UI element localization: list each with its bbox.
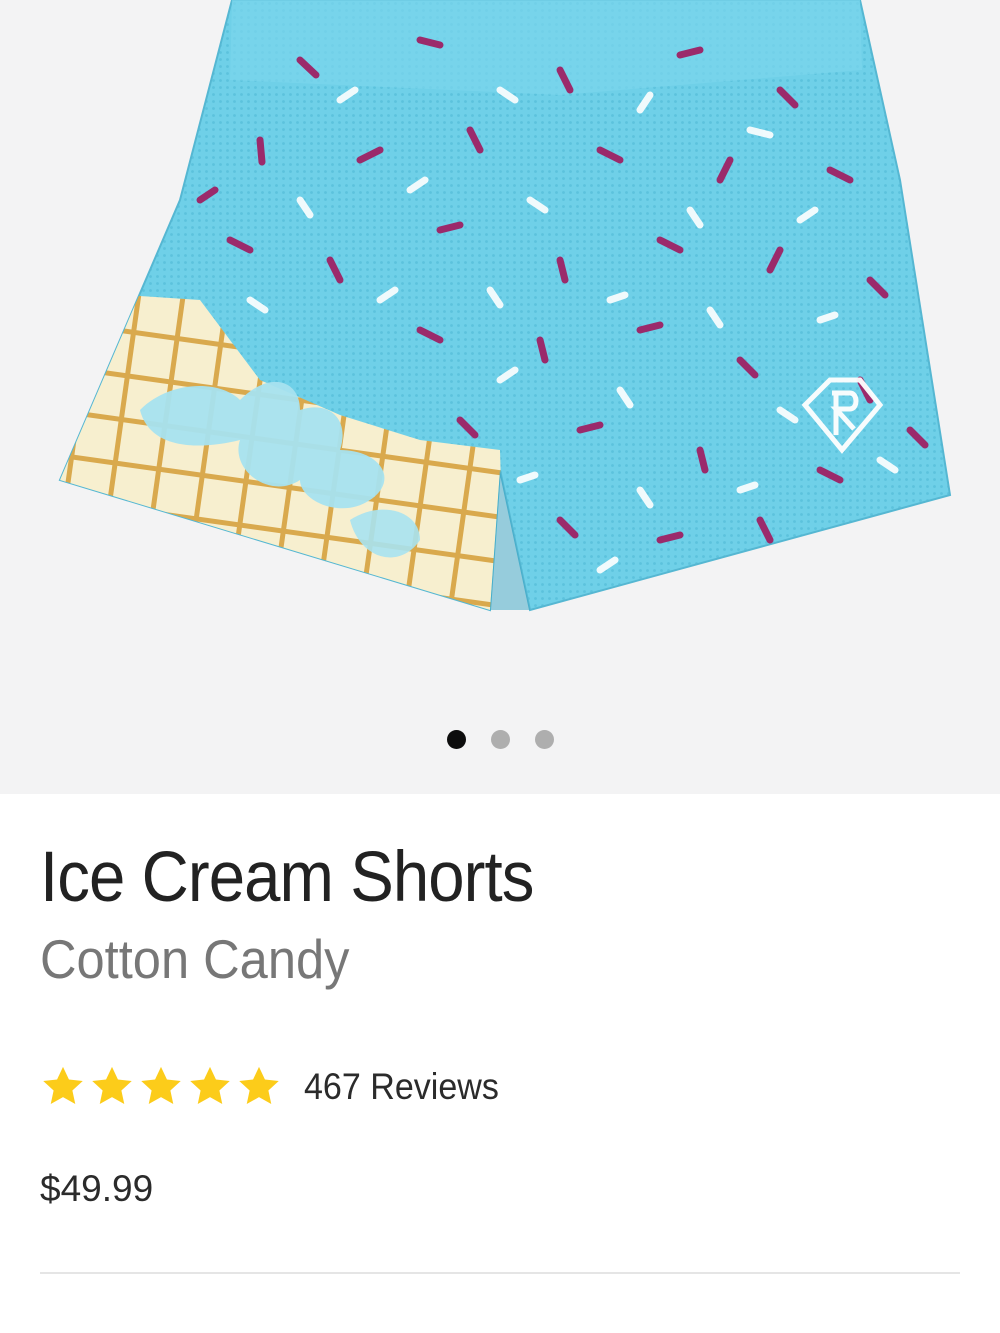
star-icon <box>141 1066 181 1105</box>
reviews-link[interactable]: 467 Reviews <box>304 1066 499 1108</box>
divider <box>40 1272 960 1274</box>
product-price: $49.99 <box>40 1168 154 1209</box>
star-rating <box>40 1064 282 1110</box>
carousel-dot-3[interactable] <box>534 730 554 749</box>
carousel-dot-2[interactable] <box>490 730 510 749</box>
product-variant: Cotton Candy <box>40 928 350 990</box>
product-image-gallery[interactable] <box>0 0 1000 794</box>
star-icon <box>92 1066 132 1105</box>
star-icon <box>43 1066 83 1105</box>
carousel-dots <box>0 730 1000 749</box>
product-title: Ice Cream Shorts <box>40 838 534 917</box>
product-info: Ice Cream Shorts Cotton Candy 467 Review… <box>0 794 1000 1333</box>
star-icon <box>239 1066 279 1105</box>
product-image[interactable] <box>0 0 1000 700</box>
carousel-dot-1[interactable] <box>446 730 466 749</box>
product-rating[interactable]: 467 Reviews <box>40 1064 516 1110</box>
star-icon <box>190 1066 230 1105</box>
